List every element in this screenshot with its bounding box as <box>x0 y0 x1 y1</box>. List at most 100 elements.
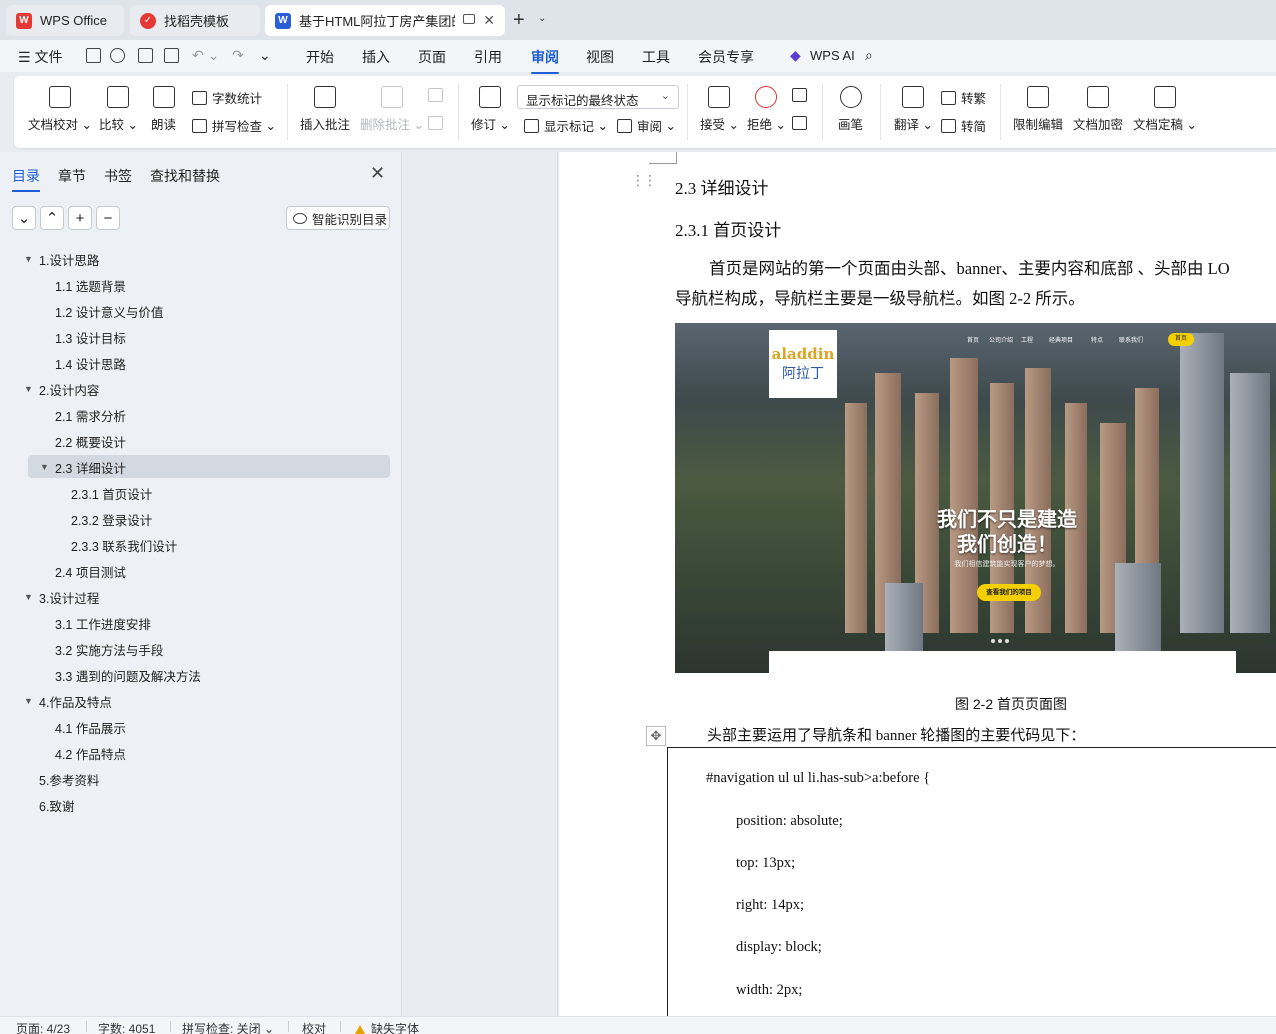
toc-item[interactable]: 4.2 作品特点 <box>55 742 126 764</box>
menu-start[interactable]: 开始 <box>306 47 334 67</box>
remove-heading-button[interactable]: − <box>96 206 120 230</box>
tab-document[interactable]: W 基于HTML阿拉丁房产集团的网 ✕ <box>265 5 505 36</box>
read-aloud-button[interactable]: 朗读 <box>151 86 176 133</box>
tab-wps-office[interactable]: W WPS Office <box>6 5 124 36</box>
pen-button[interactable]: 画笔 <box>838 86 863 133</box>
print-preview-icon[interactable] <box>164 48 179 63</box>
encrypt-button[interactable]: 文档加密 <box>1073 86 1123 133</box>
tab-bookmarks[interactable]: 书签 <box>104 166 132 186</box>
proof-status[interactable]: 校对 <box>302 1020 326 1034</box>
toc-item[interactable]: 2.4 项目测试 <box>55 560 126 582</box>
menu-view[interactable]: 视图 <box>586 47 614 67</box>
toc-item[interactable]: 2.3.1 首页设计 <box>71 482 152 504</box>
delete-comment-button[interactable]: 删除批注 ⌄ <box>360 86 424 133</box>
spell-check-button[interactable]: 拼写检查 ⌄ <box>192 116 276 135</box>
toc-item[interactable]: ▼ 1.设计思路 <box>24 248 99 270</box>
toc-item[interactable]: 1.3 设计目标 <box>55 326 126 348</box>
reject-button[interactable]: 拒绝 ⌄ <box>747 86 786 133</box>
toc-item[interactable]: 2.1 需求分析 <box>55 404 126 426</box>
fig-nav-button: 首页 <box>1168 333 1194 346</box>
toc-item[interactable]: 3.2 实施方法与手段 <box>55 638 163 660</box>
toc-item[interactable]: 4.1 作品展示 <box>55 716 126 738</box>
monitor-icon[interactable] <box>463 14 475 24</box>
word-count-indicator[interactable]: 字数: 4051 <box>98 1020 155 1034</box>
toc-item[interactable]: 1.1 选题背景 <box>55 274 126 296</box>
insert-comment-button[interactable]: 插入批注 <box>300 86 350 133</box>
search-icon[interactable]: ⌕ <box>865 47 873 64</box>
toc-item[interactable]: 6.致谢 <box>39 794 74 816</box>
file-menu[interactable]: ☰ 文件 <box>18 47 62 67</box>
toc-item[interactable]: 2.3.3 联系我们设计 <box>71 534 177 556</box>
quick-access-more-icon[interactable]: ⌄ <box>259 47 271 64</box>
toc-item[interactable]: 3.1 工作进度安排 <box>55 612 151 634</box>
tab-docer-templates[interactable]: ✓ 找稻壳模板 <box>130 5 260 36</box>
next-comment-button[interactable] <box>428 116 448 130</box>
translate-button[interactable]: 翻译 ⌄ <box>894 86 933 133</box>
finalize-button[interactable]: 文档定稿 ⌄ <box>1133 86 1197 133</box>
accept-button[interactable]: 接受 ⌄ <box>700 86 739 133</box>
table-move-icon[interactable]: ✥ <box>646 726 666 746</box>
toc-item[interactable]: ▼ 2.3 详细设计 <box>40 456 126 478</box>
toc-item-label: 2.4 项目测试 <box>55 565 126 580</box>
expand-triangle-icon[interactable]: ▼ <box>24 384 33 394</box>
drag-handle-icon[interactable]: ⋮⋮ <box>631 172 657 189</box>
proofread-button[interactable]: 文档校对 ⌄ <box>28 86 92 133</box>
next-change-button[interactable] <box>792 116 812 130</box>
prev-change-button[interactable] <box>792 88 812 102</box>
status-divider <box>340 1021 341 1032</box>
menu-references[interactable]: 引用 <box>474 47 502 67</box>
toc-item[interactable]: ▼ 3.设计过程 <box>24 586 99 608</box>
toc-item[interactable]: 5.参考资料 <box>39 768 99 790</box>
menu-page[interactable]: 页面 <box>418 47 446 67</box>
code-line: width: 2px; <box>736 982 803 998</box>
expand-all-button[interactable]: ⌄ <box>12 206 36 230</box>
format-painter-icon[interactable] <box>110 48 125 63</box>
spell-check-status[interactable]: 拼写检查: 关闭 ⌄ <box>182 1020 274 1034</box>
save-icon[interactable] <box>86 48 101 63</box>
print-icon[interactable] <box>138 48 153 63</box>
undo-icon[interactable]: ↶ ⌄ <box>192 47 219 64</box>
close-icon[interactable]: ✕ <box>370 163 385 184</box>
menu-tools[interactable]: 工具 <box>642 47 670 67</box>
page-indicator[interactable]: 页面: 4/23 <box>16 1020 70 1034</box>
collapse-button[interactable]: ⌃ <box>40 206 64 230</box>
prev-comment-button[interactable] <box>428 88 448 102</box>
toc-item[interactable]: 2.3.2 登录设计 <box>71 508 152 530</box>
expand-triangle-icon[interactable]: ▼ <box>24 592 33 602</box>
track-changes-button[interactable]: 修订 ⌄ <box>471 86 510 133</box>
add-heading-button[interactable]: + <box>68 206 92 230</box>
wps-ai-icon[interactable]: ◆ <box>790 47 801 64</box>
expand-triangle-icon[interactable]: ▼ <box>24 254 33 264</box>
menu-member[interactable]: 会员专享 <box>698 47 754 67</box>
to-simplified-button[interactable]: 转简 <box>941 116 986 135</box>
restrict-edit-button[interactable]: 限制编辑 <box>1013 86 1063 133</box>
new-tab-plus-icon[interactable]: + <box>513 9 525 32</box>
word-count-button[interactable]: 字数统计 <box>192 88 262 107</box>
page-corner-mark <box>649 152 677 164</box>
menu-review[interactable]: 审阅 <box>531 47 559 74</box>
close-icon[interactable]: ✕ <box>483 12 495 29</box>
expand-triangle-icon[interactable]: ▼ <box>24 696 33 706</box>
review-pane-button[interactable]: 审阅 ⌄ <box>617 116 676 135</box>
menu-wps-ai[interactable]: WPS AI <box>810 48 855 63</box>
reject-label: 拒绝 <box>747 118 773 132</box>
tab-find-replace[interactable]: 查找和替换 <box>150 166 220 186</box>
tab-chapters[interactable]: 章节 <box>58 166 86 186</box>
missing-font-status[interactable]: 缺失字体 <box>355 1020 419 1034</box>
toc-item[interactable]: ▼ 4.作品及特点 <box>24 690 112 712</box>
toc-item[interactable]: 1.2 设计意义与价值 <box>55 300 163 322</box>
toc-item[interactable]: ▼ 2.设计内容 <box>24 378 99 400</box>
redo-icon[interactable]: ↷ <box>232 47 244 64</box>
tab-toc[interactable]: 目录 <box>12 166 40 192</box>
compare-button[interactable]: 比较 ⌄ <box>99 86 138 133</box>
toc-item[interactable]: 2.2 概要设计 <box>55 430 126 452</box>
chevron-down-icon[interactable]: ⌄ <box>538 13 546 24</box>
markup-state-select[interactable]: 显示标记的最终状态 ⌄ <box>517 85 679 109</box>
toc-item[interactable]: 1.4 设计思路 <box>55 352 126 374</box>
smart-toc-button[interactable]: 智能识别目录 <box>286 206 390 230</box>
expand-triangle-icon[interactable]: ▼ <box>40 462 49 472</box>
menu-insert[interactable]: 插入 <box>362 47 390 67</box>
show-markup-button[interactable]: 显示标记 ⌄ <box>524 116 608 135</box>
to-traditional-button[interactable]: 转繁 <box>941 88 986 107</box>
toc-item[interactable]: 3.3 遇到的问题及解决方法 <box>55 664 201 686</box>
